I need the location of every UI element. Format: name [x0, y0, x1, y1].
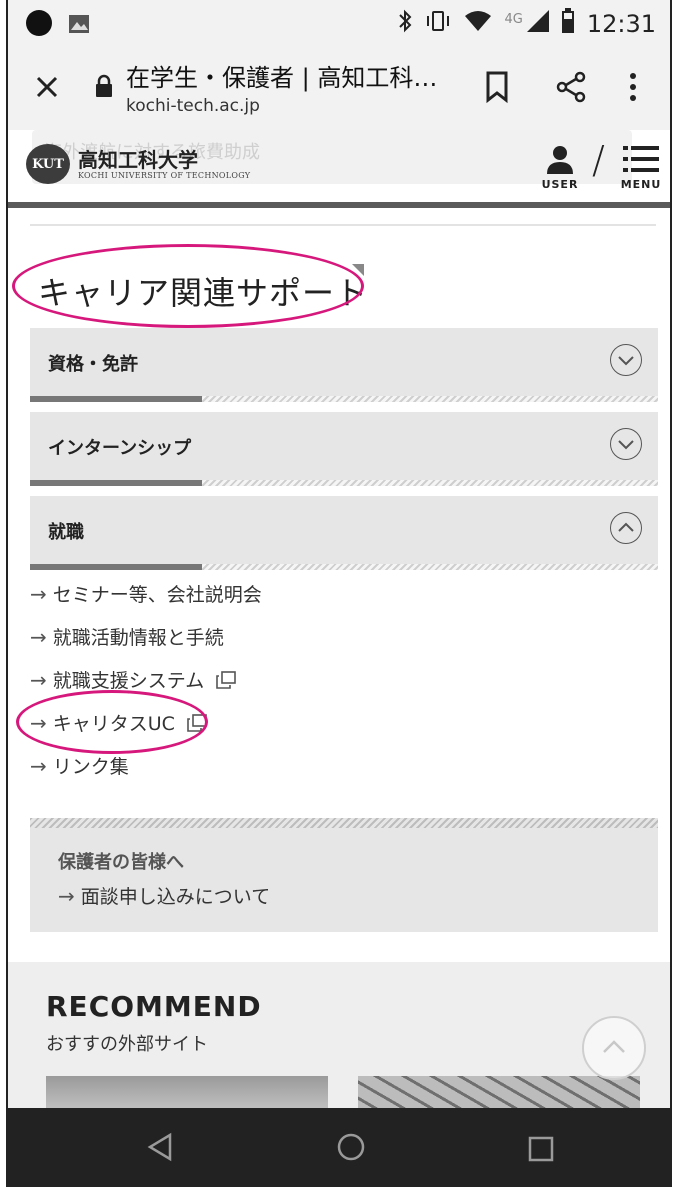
accordion-accent-bar [30, 396, 202, 402]
page-title[interactable]: 在学生・保護者 | 高知工科… [126, 58, 437, 93]
link-label: 就職活動情報と手続 [52, 627, 224, 649]
chevron-down-icon [610, 428, 642, 460]
back-icon[interactable] [146, 1132, 176, 1166]
hamburger-menu-icon [623, 146, 659, 172]
recommend-title: RECOMMEND [46, 990, 262, 1023]
guardians-box: 保護者の皆様へ → 面談申し込みについて [30, 818, 658, 932]
status-bar: 4G 12:31 [8, 0, 670, 50]
menu-label: MENU [620, 178, 662, 191]
notification-dot-icon [26, 10, 52, 36]
url-bar[interactable]: kochi-tech.ac.jp [126, 96, 260, 116]
lock-icon [94, 74, 114, 102]
link-label: 就職支援システム [52, 670, 205, 692]
vibrate-icon [424, 9, 452, 39]
accordion-accent-bar [30, 480, 202, 486]
arrow-right-icon: → [30, 624, 47, 649]
battery-icon [561, 8, 575, 40]
arrow-right-icon: → [30, 710, 47, 735]
site-header: 海外渡航に対する旅費助成 KUT 高知工科大学 KOCHI UNIVERSITY… [8, 130, 670, 208]
guardians-stripe [30, 818, 658, 828]
status-icons: 4G 12:31 [398, 8, 656, 40]
accordion-qualifications[interactable]: 資格・免許 [30, 328, 658, 402]
link-caritas-uc[interactable]: → キャリタスUC [30, 709, 207, 736]
recent-apps-icon[interactable] [528, 1136, 554, 1166]
arrow-right-icon: → [58, 883, 75, 908]
chevron-up-icon [603, 1040, 625, 1053]
signal-icon [526, 10, 549, 38]
accordion-accent-bar [30, 564, 202, 570]
external-window-icon [187, 713, 207, 732]
link-support-system[interactable]: → 就職支援システム [30, 666, 237, 693]
arrow-right-icon: → [30, 581, 47, 606]
title-corner-mark [352, 264, 364, 276]
accordion-label: インターンシップ [48, 438, 192, 459]
guardians-title: 保護者の皆様へ [58, 852, 184, 873]
chevron-down-icon [610, 344, 642, 376]
system-nav-bar [8, 1108, 670, 1187]
wifi-icon [464, 10, 492, 38]
logo-name: 高知工科大学 [78, 147, 198, 172]
close-tab-icon[interactable] [30, 70, 64, 108]
accordion-internship[interactable]: インターンシップ [30, 412, 658, 486]
link-interview-request[interactable]: → 面談申し込みについて [58, 882, 270, 909]
link-label: リンク集 [52, 756, 129, 778]
user-icon [547, 146, 573, 174]
bluetooth-icon [398, 9, 412, 39]
recommend-section: RECOMMEND おすすの外部サイト [8, 962, 670, 1122]
browser-toolbar: 在学生・保護者 | 高知工科… kochi-tech.ac.jp [8, 50, 670, 131]
university-logo[interactable]: KUT 高知工科大学 KOCHI UNIVERSITY OF TECHNOLOG… [26, 144, 250, 184]
clock: 12:31 [586, 10, 656, 38]
external-window-icon [216, 670, 237, 689]
bookmark-icon[interactable] [482, 70, 512, 108]
accordion-label: 就職 [48, 522, 84, 543]
header-divider: / [592, 138, 605, 182]
link-label: セミナー等、会社説明会 [52, 584, 262, 606]
home-icon[interactable] [336, 1132, 366, 1166]
user-button[interactable]: USER [538, 144, 582, 191]
link-job-hunting-info[interactable]: → 就職活動情報と手続 [30, 623, 224, 650]
menu-button[interactable]: MENU [616, 144, 666, 191]
link-links-collection[interactable]: → リンク集 [30, 752, 129, 779]
accordion-employment[interactable]: 就職 [30, 496, 658, 570]
chevron-up-icon [610, 512, 642, 544]
link-label: 面談申し込みについて [80, 886, 271, 908]
share-icon[interactable] [554, 70, 588, 108]
arrow-right-icon: → [30, 667, 47, 692]
more-options-icon[interactable] [628, 70, 638, 108]
arrow-right-icon: → [30, 753, 47, 778]
scroll-to-top-button[interactable] [582, 1016, 646, 1080]
section-rule [30, 224, 656, 226]
recommend-subtitle: おすすの外部サイト [46, 1034, 208, 1055]
phone-frame: 4G 12:31 在学生・保護者 | 高知工科… kochi-tech.ac.j… [6, 0, 672, 1187]
section-title: キャリア関連サポート [38, 274, 369, 312]
network-type: 4G [504, 11, 523, 27]
image-notification-icon [68, 14, 90, 38]
logo-emblem: KUT [26, 144, 70, 184]
link-seminar[interactable]: → セミナー等、会社説明会 [30, 580, 262, 607]
link-label: キャリタスUC [52, 713, 175, 735]
user-label: USER [541, 178, 579, 191]
logo-subtitle: KOCHI UNIVERSITY OF TECHNOLOGY [78, 170, 251, 180]
accordion-label: 資格・免許 [48, 354, 138, 375]
